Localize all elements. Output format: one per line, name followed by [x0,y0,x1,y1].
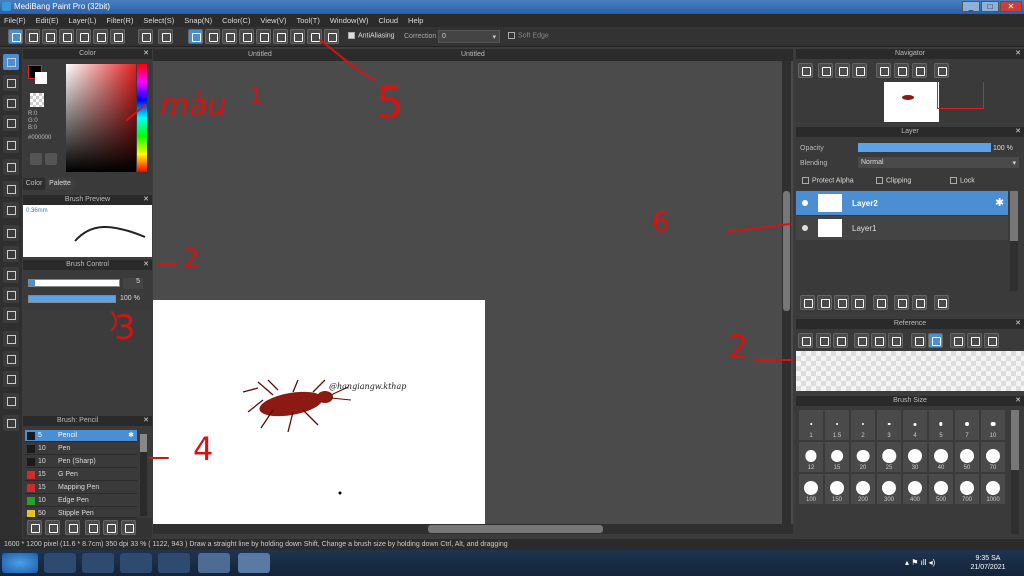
annotation-strokes [111,39,793,459]
